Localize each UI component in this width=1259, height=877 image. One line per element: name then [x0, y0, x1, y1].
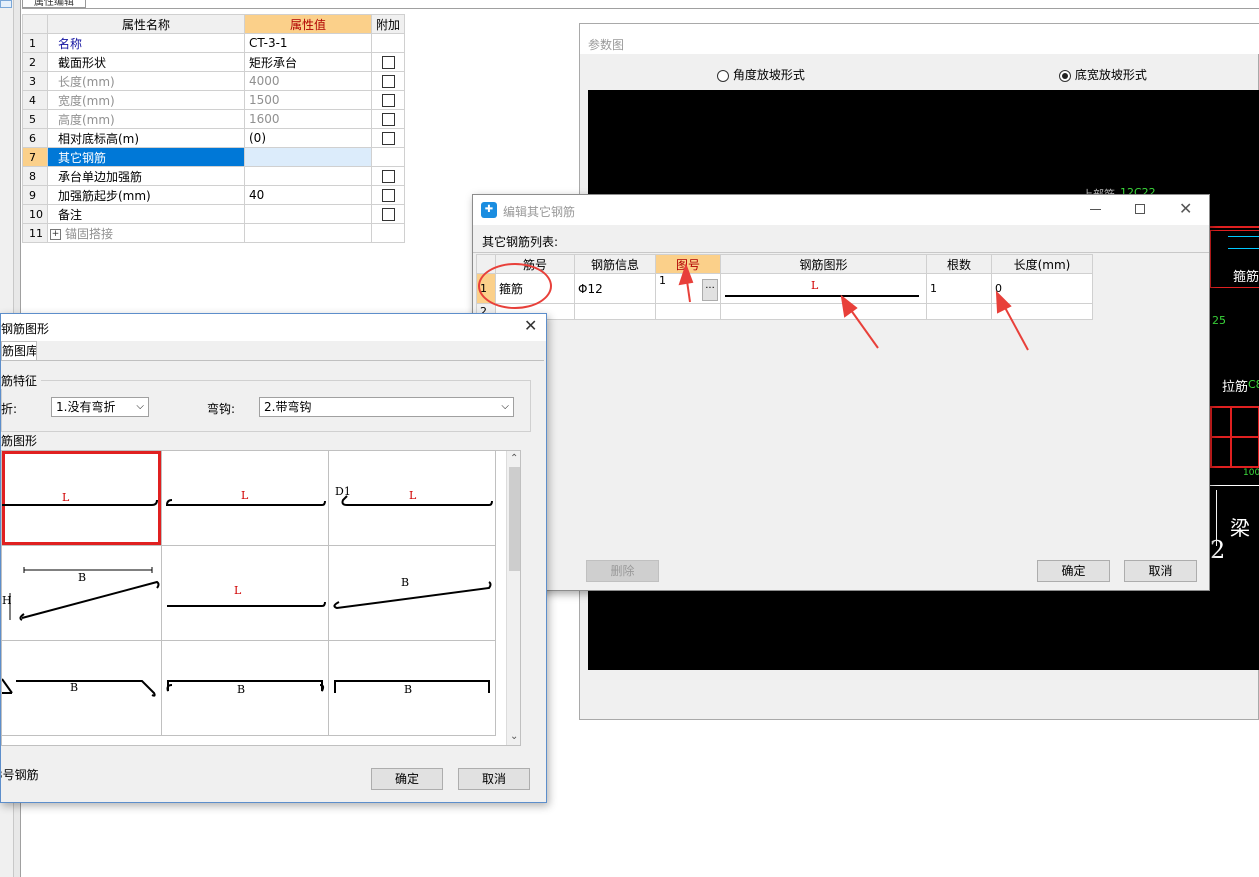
dialog-titlebar: 钢筋图形 ✕ [1, 314, 546, 341]
cancel-button[interactable]: 取消 [458, 768, 530, 790]
bend-select-value: 1.没有弯折 [56, 400, 116, 414]
close-icon[interactable]: ✕ [524, 316, 537, 335]
ok-button[interactable]: 确定 [371, 768, 443, 790]
shape-tile[interactable]: D1 L [329, 451, 496, 546]
shape-drawing [167, 601, 326, 607]
status-text: 3号钢筋 [1, 768, 39, 782]
hook-select-value: 2.带弯钩 [264, 400, 312, 414]
scrollbar-thumb[interactable] [509, 467, 520, 571]
shape-tile[interactable]: B [2, 641, 162, 736]
shapes-label: 钢筋图形 [1, 434, 38, 448]
chevron-down-icon: ⌵ [501, 401, 509, 412]
shape-tile-selected[interactable]: L [2, 451, 162, 546]
annotation-arrow-figure-no [678, 263, 694, 303]
shape-tile[interactable]: B [329, 546, 496, 641]
shape-drawing [334, 680, 490, 693]
shape-drawing [2, 678, 156, 697]
annotation-arrow-shape [840, 294, 879, 349]
shape-tile[interactable]: B H [2, 546, 162, 641]
bend-select[interactable]: 1.没有弯折 ⌵ [51, 397, 149, 417]
scroll-down-icon[interactable]: ⌄ [510, 731, 518, 742]
shape-drawing [341, 495, 493, 506]
shape-tile[interactable]: B [329, 641, 496, 736]
hook-select[interactable]: 2.带弯钩 ⌵ [259, 397, 514, 417]
tab-rebar-library[interactable]: 钢筋图库 [1, 341, 37, 361]
hook-label: 弯钩: [207, 402, 236, 416]
shape-drawing [166, 680, 325, 692]
shape-drawing [2, 499, 158, 506]
chevron-down-icon: ⌵ [136, 401, 144, 412]
scrollbar[interactable]: ⌃ ⌄ [506, 451, 520, 745]
dialog-title: 钢筋图形 [1, 322, 50, 336]
rebar-shape-dialog: 钢筋图形 ✕ 钢筋图库 钢筋特征 弯折: 1.没有弯折 ⌵ 弯钩: 2.带弯钩 … [0, 313, 547, 803]
shape-drawing [9, 567, 160, 621]
shape-tile[interactable]: L [162, 451, 329, 546]
bend-label: 弯折: [1, 402, 18, 416]
shape-drawing [165, 499, 326, 506]
tab-divider [1, 360, 544, 361]
tab-label: 钢筋图库 [2, 344, 37, 358]
scroll-up-icon[interactable]: ⌃ [510, 453, 518, 464]
shape-tile[interactable]: L [162, 546, 329, 641]
shape-library-grid: L L D1 L B H L B B B B ⌃ ⌄ [1, 450, 521, 746]
annotation-arrow-length [995, 290, 1029, 351]
features-label: 钢筋特征 [1, 372, 41, 389]
shape-drawing [333, 581, 492, 610]
shape-tile[interactable]: B [162, 641, 329, 736]
